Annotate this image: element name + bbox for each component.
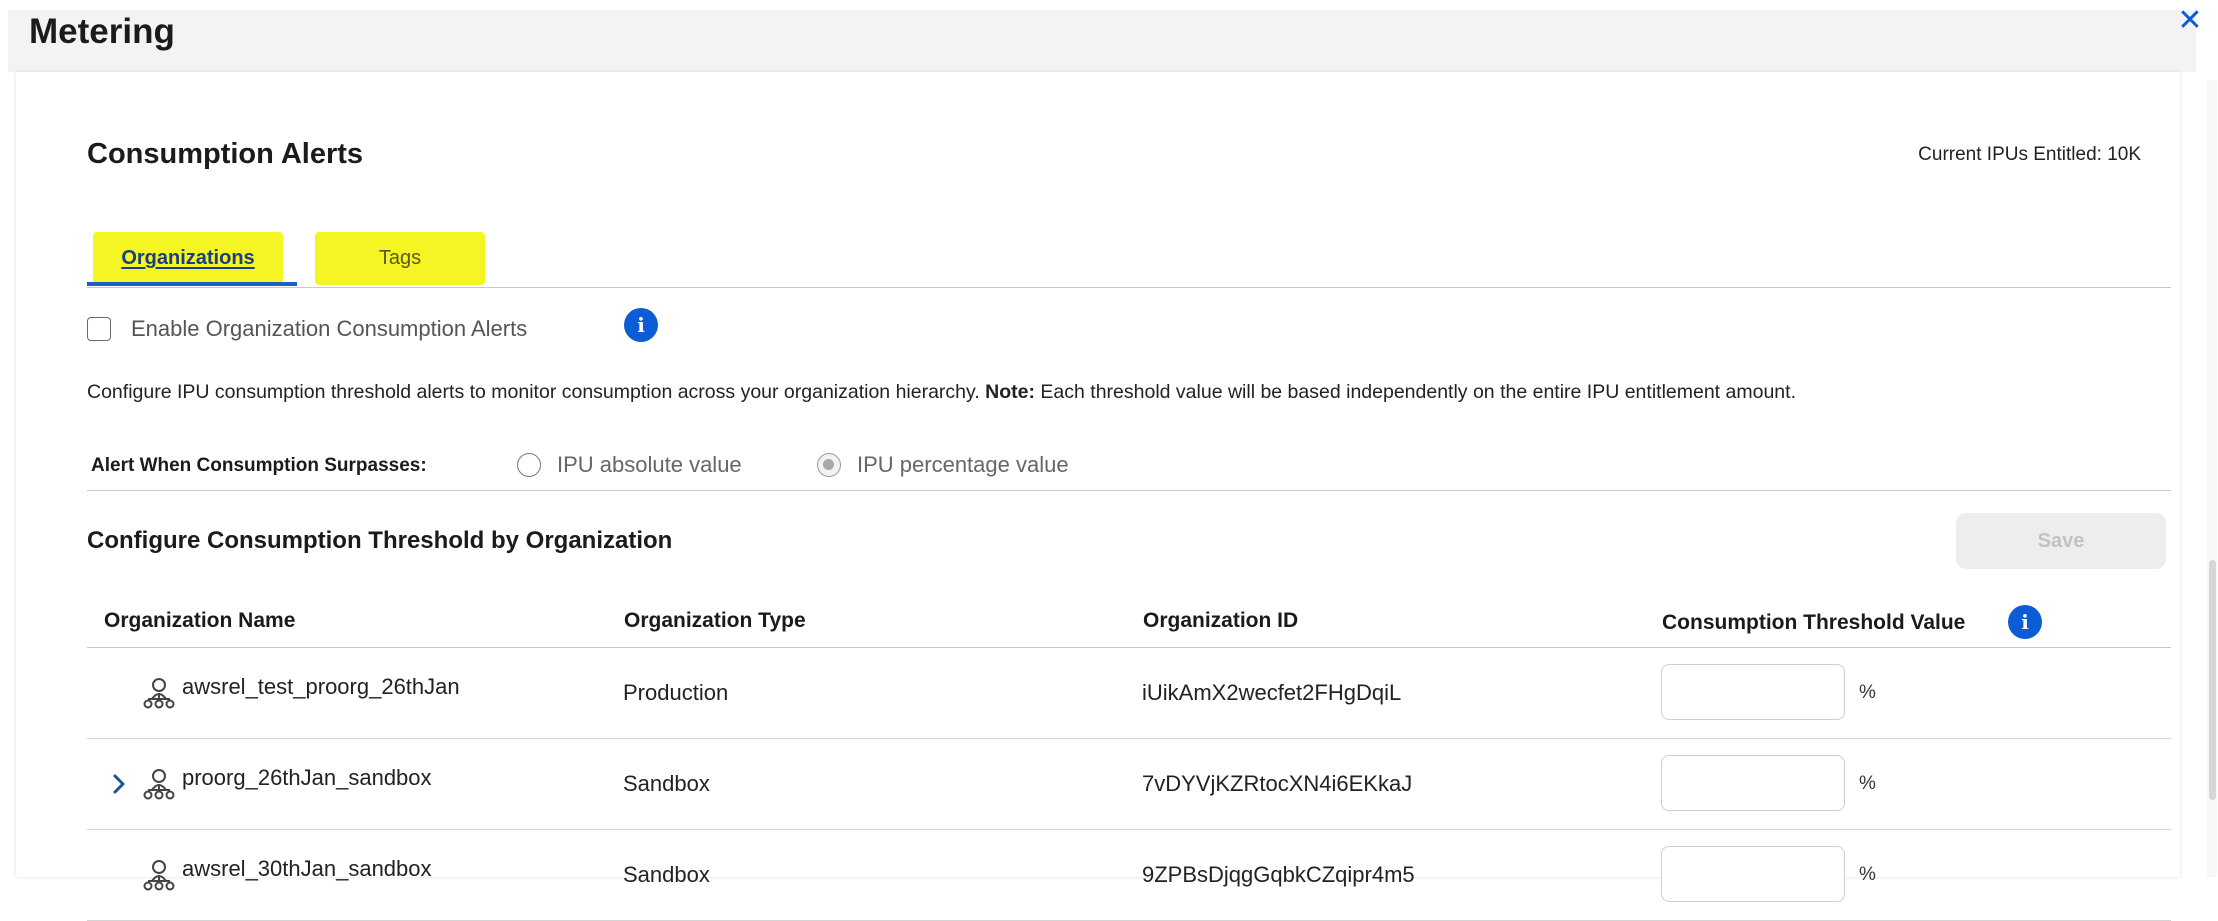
org-name: awsrel_30thJan_sandbox (182, 856, 432, 881)
org-name-cell: proorg_26thJan_sandbox (104, 739, 432, 829)
org-name-cell: awsrel_30thJan_sandbox (104, 830, 432, 920)
threshold-input[interactable] (1661, 755, 1845, 811)
org-type: Sandbox (623, 862, 710, 887)
radio-button[interactable] (517, 453, 541, 477)
org-name: awsrel_test_proorg_26thJan (182, 674, 460, 699)
consumption-alerts-panel: Consumption Alerts Current IPUs Entitled… (16, 72, 2180, 921)
info-icon[interactable]: i (2008, 605, 2042, 639)
org-name-cell: awsrel_test_proorg_26thJan (104, 648, 460, 738)
enable-alerts-label[interactable]: Enable Organization Consumption Alerts (131, 316, 527, 342)
description-text: Configure IPU consumption threshold aler… (87, 381, 980, 403)
column-header-id: Organization ID (1143, 609, 1299, 632)
radio-ipu-absolute[interactable]: IPU absolute value (517, 450, 742, 480)
description: Configure IPU consumption threshold aler… (87, 381, 1796, 404)
section-title: Consumption Alerts (87, 138, 364, 170)
enable-alerts-row: Enable Organization Consumption Alerts (87, 312, 527, 346)
radio-label[interactable]: IPU absolute value (557, 452, 742, 478)
percent-unit: % (1859, 682, 1876, 703)
organizations-table: Organization Name Organization Type Orga… (87, 595, 2171, 921)
close-icon: ✕ (2177, 3, 2203, 37)
table-row: awsrel_30thJan_sandbox Sandbox 9ZPBsDjqg… (87, 830, 2171, 921)
alert-when-row: Alert When Consumption Surpasses: IPU ab… (87, 450, 2171, 491)
org-name: proorg_26thJan_sandbox (182, 765, 432, 790)
org-id: 7vDYVjKZRtocXN4i6EKkaJ (1142, 771, 1413, 796)
save-button[interactable]: Save (1956, 513, 2166, 569)
radio-label[interactable]: IPU percentage value (857, 452, 1069, 478)
column-header-type: Organization Type (624, 609, 806, 632)
org-id: 9ZPBsDjqgGqbkCZqipr4m5 (1142, 862, 1415, 887)
org-hierarchy-icon (142, 676, 180, 710)
alert-when-label: Alert When Consumption Surpasses: (91, 455, 427, 476)
org-id: iUikAmX2wecfet2FHgDqiL (1142, 680, 1402, 705)
table-header: Organization Name Organization Type Orga… (87, 595, 2171, 648)
enable-alerts-checkbox[interactable] (87, 317, 111, 341)
org-hierarchy-icon (142, 858, 180, 892)
percent-unit: % (1859, 773, 1876, 794)
threshold-input[interactable] (1661, 664, 1845, 720)
tab-tags[interactable]: Tags (315, 232, 485, 285)
org-type: Sandbox (623, 771, 710, 796)
active-tab-indicator (87, 282, 297, 286)
table-row: proorg_26thJan_sandbox Sandbox 7vDYVjKZR… (87, 739, 2171, 830)
config-title: Configure Consumption Threshold by Organ… (87, 527, 673, 554)
ipus-entitled: Current IPUs Entitled: 10K (1918, 144, 2141, 165)
radio-button-selected[interactable] (817, 453, 841, 477)
app-title: Metering (29, 12, 175, 51)
tab-organizations[interactable]: Organizations (93, 232, 283, 285)
column-header-name: Organization Name (104, 609, 296, 632)
info-icon[interactable]: i (624, 308, 658, 342)
scrollbar-thumb[interactable] (2209, 560, 2216, 800)
note-label: Note: (985, 381, 1035, 403)
header-bar: Metering (8, 10, 2196, 72)
table-row: awsrel_test_proorg_26thJan Production iU… (87, 648, 2171, 739)
note-text: Each threshold value will be based indep… (1040, 381, 1796, 403)
org-type: Production (623, 680, 729, 705)
close-button[interactable]: ✕ (2172, 2, 2208, 38)
column-header-threshold: Consumption Threshold Value (1662, 611, 1966, 634)
chevron-right-icon[interactable] (104, 773, 134, 795)
org-hierarchy-icon (142, 767, 180, 801)
percent-unit: % (1859, 864, 1876, 885)
threshold-input[interactable] (1661, 846, 1845, 902)
tab-bar: Organizations Tags (87, 232, 2171, 288)
radio-ipu-percentage[interactable]: IPU percentage value (817, 450, 1069, 480)
